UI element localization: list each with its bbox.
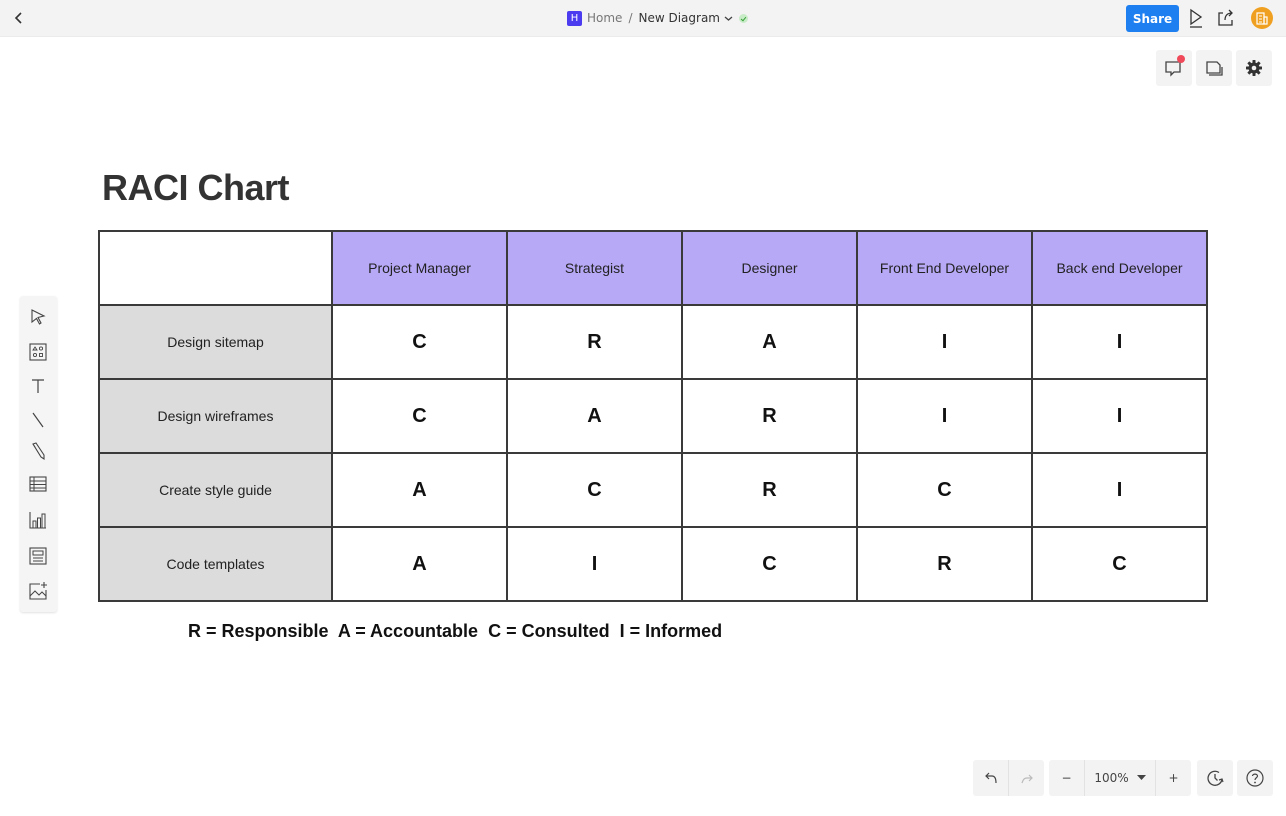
comments-button[interactable]	[1156, 50, 1192, 86]
task-cell[interactable]: Design wireframes	[99, 379, 332, 453]
table-icon[interactable]	[28, 474, 48, 494]
raci-cell[interactable]: C	[682, 527, 857, 601]
raci-cell[interactable]: A	[332, 453, 507, 527]
role-header[interactable]: Strategist	[507, 231, 682, 305]
pencil-icon[interactable]	[28, 441, 48, 461]
table-row: Design sitemap C R A I I	[99, 305, 1207, 379]
raci-cell[interactable]: I	[507, 527, 682, 601]
raci-cell[interactable]: I	[857, 305, 1032, 379]
table-row: Code templates A I C R C	[99, 527, 1207, 601]
building-icon	[1256, 12, 1268, 25]
line-icon[interactable]	[28, 410, 48, 430]
help-icon	[1245, 768, 1265, 788]
task-cell[interactable]: Design sitemap	[99, 305, 332, 379]
document-title[interactable]: New Diagram	[638, 11, 720, 25]
image-add-icon[interactable]	[28, 581, 48, 601]
clock-history-icon	[1205, 768, 1225, 788]
raci-cell[interactable]: C	[507, 453, 682, 527]
left-toolbar	[20, 296, 57, 612]
cursor-icon[interactable]	[28, 307, 48, 327]
raci-cell[interactable]: I	[1032, 453, 1207, 527]
role-header[interactable]: Back end Developer	[1032, 231, 1207, 305]
raci-cell[interactable]: C	[1032, 527, 1207, 601]
raci-cell[interactable]: R	[507, 305, 682, 379]
avatar[interactable]	[1251, 7, 1273, 29]
raci-table[interactable]: Project Manager Strategist Designer Fron…	[98, 230, 1208, 602]
zoom-level-dropdown[interactable]: 100%	[1085, 760, 1155, 796]
saved-status-icon	[739, 14, 748, 23]
breadcrumb: H Home / New Diagram	[567, 9, 748, 27]
undo-button[interactable]	[973, 760, 1008, 796]
undo-icon	[984, 771, 998, 785]
raci-cell[interactable]: A	[332, 527, 507, 601]
diagram-title[interactable]: RACI Chart	[102, 167, 289, 209]
role-header[interactable]: Designer	[682, 231, 857, 305]
redo-button[interactable]	[1009, 760, 1044, 796]
top-bar: H Home / New Diagram Share	[0, 0, 1286, 37]
workspace-logo[interactable]: H	[567, 11, 582, 26]
play-icon[interactable]	[1186, 8, 1206, 28]
raci-cell[interactable]: R	[682, 453, 857, 527]
header-row: Project Manager Strategist Designer Fron…	[99, 231, 1207, 305]
raci-cell[interactable]: A	[682, 305, 857, 379]
chevron-left-icon[interactable]	[10, 9, 28, 27]
task-cell[interactable]: Code templates	[99, 527, 332, 601]
chevron-down-icon[interactable]	[724, 14, 733, 23]
raci-cell[interactable]: R	[857, 527, 1032, 601]
raci-cell[interactable]: I	[1032, 305, 1207, 379]
breadcrumb-separator: /	[628, 11, 632, 25]
zoom-level: 100%	[1094, 771, 1128, 785]
task-cell[interactable]: Create style guide	[99, 453, 332, 527]
pages-icon	[1204, 58, 1224, 78]
settings-button[interactable]	[1236, 50, 1272, 86]
raci-cell[interactable]: C	[332, 305, 507, 379]
container-icon[interactable]	[28, 546, 48, 566]
role-header[interactable]: Project Manager	[332, 231, 507, 305]
history-button-wrap	[1197, 760, 1233, 796]
raci-cell[interactable]: C	[857, 453, 1032, 527]
zoom-controls: − 100% +	[1049, 760, 1191, 796]
text-icon[interactable]	[28, 376, 48, 396]
breadcrumb-home[interactable]: Home	[587, 11, 622, 25]
raci-cell[interactable]: A	[507, 379, 682, 453]
notification-dot	[1177, 55, 1185, 63]
help-button-wrap	[1237, 760, 1273, 796]
canvas-tools	[1156, 50, 1272, 86]
shapes-icon[interactable]	[28, 342, 48, 362]
pages-button[interactable]	[1196, 50, 1232, 86]
zoom-in-button[interactable]: +	[1156, 760, 1191, 796]
table-row: Design wireframes C A R I I	[99, 379, 1207, 453]
version-history-button[interactable]	[1197, 760, 1233, 796]
history-controls	[973, 760, 1044, 796]
raci-cell[interactable]: C	[332, 379, 507, 453]
raci-legend[interactable]: R = Responsible A = Accountable C = Cons…	[188, 621, 722, 642]
gear-icon	[1244, 58, 1264, 78]
caret-down-icon	[1137, 775, 1146, 781]
raci-cell[interactable]: R	[682, 379, 857, 453]
table-row: Create style guide A C R C I	[99, 453, 1207, 527]
corner-cell[interactable]	[99, 231, 332, 305]
bar-chart-icon[interactable]	[28, 510, 48, 530]
help-button[interactable]	[1237, 760, 1273, 796]
share-button[interactable]: Share	[1126, 5, 1179, 32]
raci-cell[interactable]: I	[1032, 379, 1207, 453]
role-header[interactable]: Front End Developer	[857, 231, 1032, 305]
export-icon[interactable]	[1216, 8, 1236, 28]
redo-icon	[1020, 771, 1034, 785]
raci-cell[interactable]: I	[857, 379, 1032, 453]
zoom-out-button[interactable]: −	[1049, 760, 1084, 796]
